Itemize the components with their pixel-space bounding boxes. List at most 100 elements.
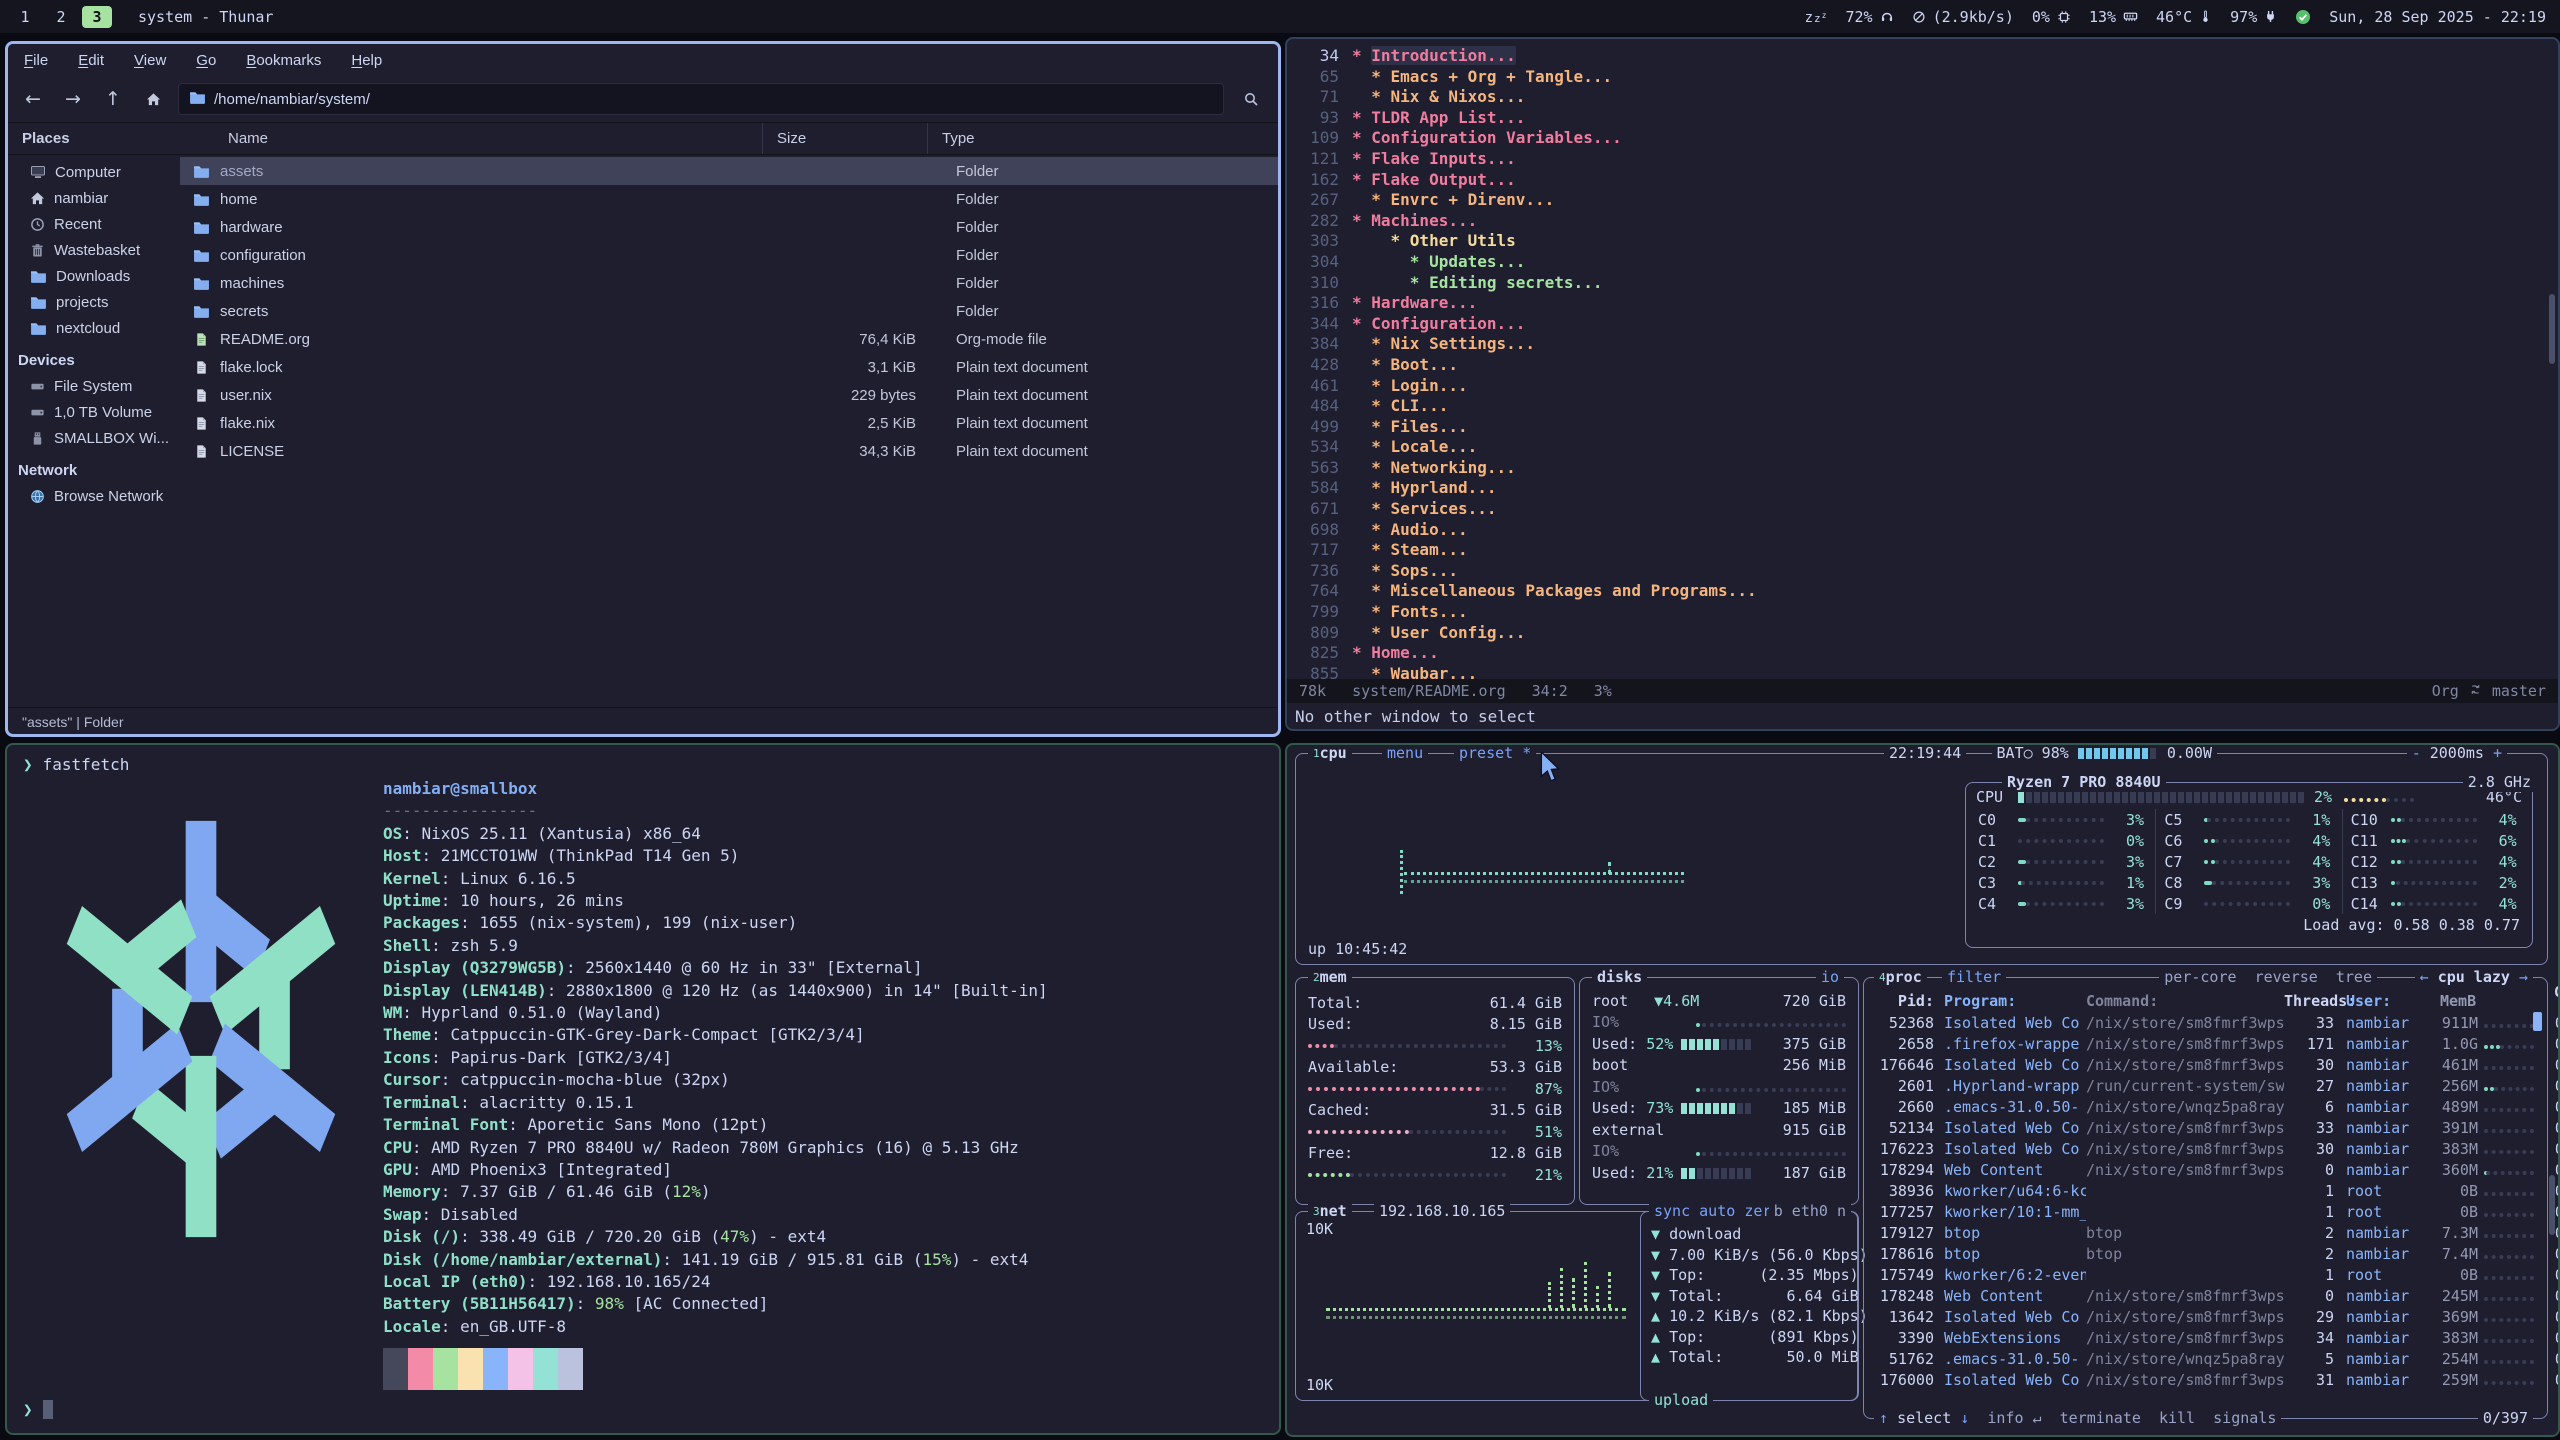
proc-row-175749[interactable]: 175749kworker/6:2-even1root0B0.0 — [1876, 1264, 2537, 1285]
sidebar-item-file-system[interactable]: File System — [8, 373, 180, 399]
file-row-secrets[interactable]: secretsFolder — [180, 297, 1278, 325]
org-heading-line[interactable]: 717 * Steam... — [1287, 540, 2558, 561]
org-heading-line[interactable]: 303 * Other Utils — [1287, 231, 2558, 252]
proc-footer[interactable]: ↑ select ↓ info ↵ terminate kill signals — [1874, 1409, 2281, 1428]
column-type[interactable]: Type — [927, 123, 1278, 154]
emacs-buffer[interactable]: 34* Introduction...65 * Emacs + Org + Ta… — [1287, 39, 2558, 679]
proc-row-2660[interactable]: 2660.emacs-31.0.50-/nix/store/wnqz5pa8ra… — [1876, 1096, 2537, 1117]
emacs-scroll-indicator[interactable] — [2549, 294, 2555, 364]
org-heading-line[interactable]: 809 * User Config... — [1287, 623, 2558, 644]
org-heading-line[interactable]: 855 * Waubar... — [1287, 664, 2558, 679]
sidebar-item-projects[interactable]: projects — [8, 289, 180, 315]
org-heading-line[interactable]: 461 * Login... — [1287, 376, 2558, 397]
search-button[interactable] — [1234, 84, 1268, 114]
proc-row-2658[interactable]: 2658.firefox-wrappe/nix/store/sm8fmrf3wp… — [1876, 1033, 2537, 1054]
proc-sort-mode[interactable]: ← cpu lazy → — [2415, 968, 2533, 987]
org-heading-line[interactable]: 109* Configuration Variables... — [1287, 128, 2558, 149]
org-heading-line[interactable]: 799 * Fonts... — [1287, 602, 2558, 623]
proc-row-177257[interactable]: 177257kworker/10:1-mm_1root0B0.0 — [1876, 1201, 2537, 1222]
org-heading-line[interactable]: 736 * Sops... — [1287, 561, 2558, 582]
btop-scroll-indicator[interactable] — [2549, 1175, 2555, 1235]
home-button[interactable] — [138, 84, 168, 114]
proc-row-51762[interactable]: 51762.emacs-31.0.50-/nix/store/wnqz5pa8r… — [1876, 1348, 2537, 1369]
proc-row-178616[interactable]: 178616btopbtop2nambiar7.4M0.0 — [1876, 1243, 2537, 1264]
proc-scrollbar-thumb[interactable] — [2533, 1012, 2542, 1031]
org-heading-line[interactable]: 698 * Audio... — [1287, 520, 2558, 541]
proc-row-176223[interactable]: 176223Isolated Web Co/nix/store/sm8fmrf3… — [1876, 1138, 2537, 1159]
proc-row-179127[interactable]: 179127btopbtop2nambiar7.3M0.0 — [1876, 1222, 2537, 1243]
workspace-button-3[interactable]: 3 — [82, 6, 112, 28]
sidebar-item-nextcloud[interactable]: nextcloud — [8, 315, 180, 341]
proc-options[interactable]: per-core reverse tree — [2159, 968, 2377, 987]
org-heading-line[interactable]: 121* Flake Inputs... — [1287, 149, 2558, 170]
proc-row-3390[interactable]: 3390WebExtensions/nix/store/sm8fmrf3wps4… — [1876, 1327, 2537, 1348]
org-heading-line[interactable]: 93* TLDR App List... — [1287, 108, 2558, 129]
proc-row-13642[interactable]: 13642Isolated Web Co/nix/store/sm8fmrf3w… — [1876, 1306, 2537, 1327]
sidebar-item-computer[interactable]: Computer — [8, 159, 180, 185]
file-row-user-nix[interactable]: user.nix229 bytesPlain text document — [180, 381, 1278, 409]
proc-row-2601[interactable]: 2601.Hyprland-wrapp/run/current-system/s… — [1876, 1075, 2537, 1096]
proc-box-title[interactable]: 4proc — [1874, 968, 1927, 987]
file-row-hardware[interactable]: hardwareFolder — [180, 213, 1278, 241]
sidebar-item-smallbox-wi-[interactable]: SMALLBOX Wi... — [8, 425, 180, 451]
org-heading-line[interactable]: 764 * Miscellaneous Packages and Program… — [1287, 581, 2558, 602]
proc-header[interactable]: Pid:Program:Command:Threads:User:MemBCpu… — [1876, 990, 2537, 1012]
org-heading-line[interactable]: 282* Machines... — [1287, 211, 2558, 232]
net-sync-button[interactable]: sync — [1654, 1202, 1690, 1220]
menu-edit[interactable]: Edit — [78, 52, 104, 69]
file-row-configuration[interactable]: configurationFolder — [180, 241, 1278, 269]
org-heading-line[interactable]: 34* Introduction... — [1287, 46, 2558, 67]
update-interval[interactable]: - 2000ms + — [2407, 744, 2507, 763]
org-heading-line[interactable]: 499 * Files... — [1287, 417, 2558, 438]
menu-view[interactable]: View — [134, 52, 166, 69]
back-button[interactable]: ← — [18, 84, 48, 114]
menu-file[interactable]: File — [24, 52, 48, 69]
proc-row-178294[interactable]: 178294Web Content/nix/store/sm8fmrf3wps4… — [1876, 1159, 2537, 1180]
up-button[interactable]: ↑ — [98, 84, 128, 114]
column-name[interactable]: Name — [194, 123, 762, 154]
forward-button[interactable]: → — [58, 84, 88, 114]
workspace-button-1[interactable]: 1 — [10, 6, 40, 28]
proc-row-52368[interactable]: 52368Isolated Web Co/nix/store/sm8fmrf3w… — [1876, 1012, 2537, 1033]
file-row-machines[interactable]: machinesFolder — [180, 269, 1278, 297]
sidebar-item-nambiar[interactable]: nambiar — [8, 185, 180, 211]
net-iface[interactable]: b eth0 n — [1774, 1202, 1846, 1220]
org-heading-line[interactable]: 162* Flake Output... — [1287, 170, 2558, 191]
sidebar-item-recent[interactable]: Recent — [8, 211, 180, 237]
mem-box-title[interactable]: 2mem — [1308, 968, 1352, 987]
org-heading-line[interactable]: 310 * Editing secrets... — [1287, 273, 2558, 294]
sidebar-item-downloads[interactable]: Downloads — [8, 263, 180, 289]
menu-help[interactable]: Help — [351, 52, 382, 69]
org-heading-line[interactable]: 384 * Nix Settings... — [1287, 334, 2558, 355]
proc-row-38936[interactable]: 38936kworker/u64:6-kc1root0B0.0 — [1876, 1180, 2537, 1201]
org-heading-line[interactable]: 825* Home... — [1287, 643, 2558, 664]
proc-filter-button[interactable]: filter — [1942, 968, 2006, 987]
net-auto-button[interactable]: auto — [1699, 1202, 1735, 1220]
preset-button[interactable]: preset * — [1454, 744, 1536, 763]
disks-box-title[interactable]: disks — [1592, 968, 1647, 987]
path-bar[interactable]: /home/nambiar/system/ — [178, 83, 1224, 115]
org-heading-line[interactable]: 671 * Services... — [1287, 499, 2558, 520]
org-heading-line[interactable]: 484 * CLI... — [1287, 396, 2558, 417]
org-heading-line[interactable]: 344* Configuration... — [1287, 314, 2558, 335]
file-row-flake-lock[interactable]: flake.lock3,1 KiBPlain text document — [180, 353, 1278, 381]
sidebar-item-wastebasket[interactable]: Wastebasket — [8, 237, 180, 263]
org-heading-line[interactable]: 316* Hardware... — [1287, 293, 2558, 314]
cpu-box-title[interactable]: 1cpu — [1308, 744, 1352, 763]
org-heading-line[interactable]: 71 * Nix & Nixos... — [1287, 87, 2558, 108]
menu-button[interactable]: menu — [1382, 744, 1428, 763]
org-heading-line[interactable]: 428 * Boot... — [1287, 355, 2558, 376]
file-row-home[interactable]: homeFolder — [180, 185, 1278, 213]
org-heading-line[interactable]: 534 * Locale... — [1287, 437, 2558, 458]
org-heading-line[interactable]: 563 * Networking... — [1287, 458, 2558, 479]
proc-row-176646[interactable]: 176646Isolated Web Co/nix/store/sm8fmrf3… — [1876, 1054, 2537, 1075]
org-heading-line[interactable]: 304 * Updates... — [1287, 252, 2558, 273]
sidebar-item-1-0-tb-volume[interactable]: 1,0 TB Volume — [8, 399, 180, 425]
workspace-button-2[interactable]: 2 — [46, 6, 76, 28]
file-row-license[interactable]: LICENSE34,3 KiBPlain text document — [180, 437, 1278, 465]
column-size[interactable]: Size — [762, 123, 927, 154]
proc-row-52134[interactable]: 52134Isolated Web Co/nix/store/sm8fmrf3w… — [1876, 1117, 2537, 1138]
org-heading-line[interactable]: 267 * Envrc + Direnv... — [1287, 190, 2558, 211]
file-row-readme-org[interactable]: README.org76,4 KiBOrg-mode file — [180, 325, 1278, 353]
file-row-flake-nix[interactable]: flake.nix2,5 KiBPlain text document — [180, 409, 1278, 437]
